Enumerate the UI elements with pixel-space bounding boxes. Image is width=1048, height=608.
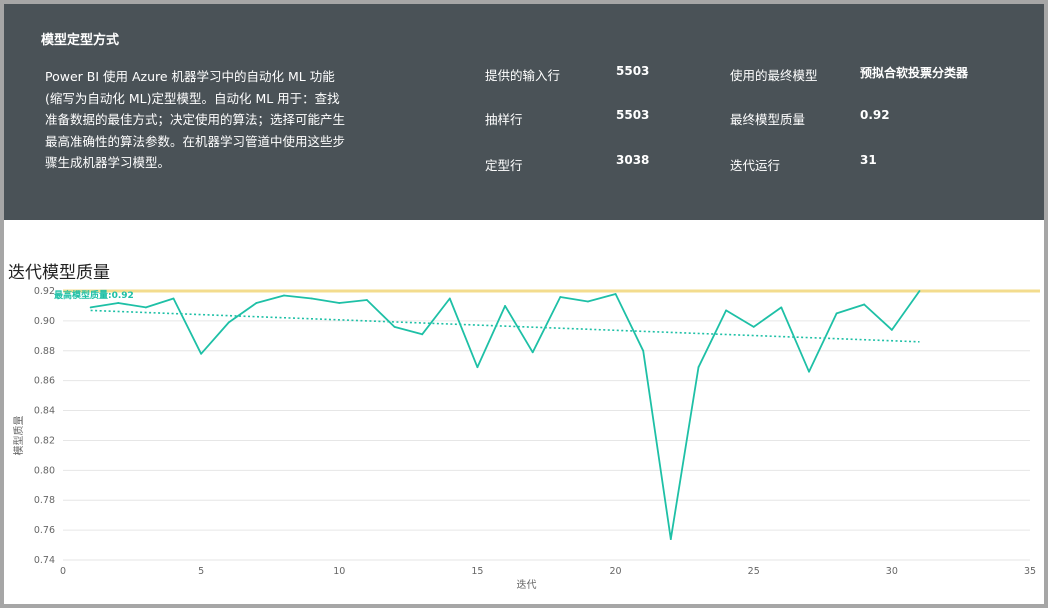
series-points bbox=[89, 290, 921, 540]
stat-value-input-rows: 5503 bbox=[616, 64, 650, 78]
data-point bbox=[559, 296, 562, 298]
x-tick-label: 10 bbox=[333, 566, 345, 577]
stat-label-training-rows: 定型行 bbox=[485, 158, 523, 173]
y-tick-label: 0.90 bbox=[34, 316, 55, 327]
data-point bbox=[587, 300, 589, 303]
data-point bbox=[200, 352, 203, 355]
stat-value-final-quality: 0.92 bbox=[860, 108, 890, 122]
x-tick-label: 20 bbox=[610, 566, 622, 577]
stat-label-final-quality: 最终模型质量 bbox=[730, 112, 806, 127]
stat-label-final-model: 使用的最终模型 bbox=[730, 68, 818, 83]
header-title: 模型定型方式 bbox=[41, 33, 120, 48]
x-tick-label: 0 bbox=[60, 566, 66, 577]
data-point bbox=[448, 297, 451, 300]
data-point bbox=[283, 294, 285, 297]
data-point bbox=[918, 290, 921, 292]
data-point bbox=[725, 309, 727, 312]
training-summary-header: 模型定型方式 Power BI 使用 Azure 机器学习中的自动化 ML 功能… bbox=[4, 4, 1044, 220]
y-tick-label: 0.76 bbox=[34, 525, 55, 536]
stat-label-iterations: 迭代运行 bbox=[730, 158, 781, 173]
data-point bbox=[227, 321, 230, 324]
data-point bbox=[117, 302, 120, 304]
stat-label-input-rows: 提供的输入行 bbox=[485, 68, 561, 83]
stat-label-sampled-rows: 抽样行 bbox=[485, 112, 523, 127]
y-axis-ticks: 0.74 0.76 0.78 0.80 0.82 0.84 0.86 0.88 0.90 0.92 bbox=[34, 286, 55, 566]
y-tick-label: 0.84 bbox=[34, 406, 55, 417]
x-tick-label: 30 bbox=[886, 566, 898, 577]
data-point bbox=[835, 312, 838, 315]
iteration-quality-chart: 0.74 0.76 0.78 0.80 0.82 0.84 0.86 0.88 0.90 0.92… bbox=[12, 286, 1040, 591]
data-point bbox=[642, 349, 645, 352]
stat-value-iterations: 31 bbox=[860, 153, 877, 167]
data-point bbox=[366, 299, 368, 301]
data-point bbox=[669, 538, 672, 540]
y-tick-label: 0.78 bbox=[34, 495, 55, 506]
header-description: Power BI 使用 Azure 机器学习中的自动化 ML 功能(缩写为自动化… bbox=[45, 69, 346, 170]
y-tick-label: 0.88 bbox=[34, 346, 55, 357]
x-tick-label: 5 bbox=[198, 566, 204, 577]
data-point bbox=[144, 306, 147, 309]
x-tick-label: 25 bbox=[748, 566, 760, 577]
data-point bbox=[863, 303, 866, 306]
data-point bbox=[393, 325, 396, 328]
data-point bbox=[780, 306, 783, 309]
y-tick-label: 0.82 bbox=[34, 435, 55, 446]
data-point bbox=[310, 297, 313, 300]
data-point bbox=[476, 366, 479, 369]
stat-value-training-rows: 3038 bbox=[616, 153, 650, 167]
x-tick-label: 15 bbox=[471, 566, 483, 577]
data-point bbox=[752, 325, 755, 328]
stat-value-final-model: 预拟合软投票分类器 bbox=[860, 66, 969, 80]
y-tick-label: 0.80 bbox=[34, 465, 55, 476]
x-axis-title: 迭代 bbox=[517, 579, 537, 591]
best-quality-label: 最高模型质量:0.92 bbox=[54, 289, 134, 301]
data-point bbox=[614, 293, 617, 295]
data-point bbox=[338, 302, 341, 304]
data-point bbox=[89, 306, 92, 309]
series-line bbox=[90, 290, 921, 540]
data-point bbox=[255, 302, 258, 304]
y-tick-label: 0.86 bbox=[34, 376, 55, 387]
data-point bbox=[697, 366, 700, 369]
y-axis-title: 模型质量 bbox=[12, 416, 25, 456]
x-tick-label: 35 bbox=[1024, 566, 1036, 577]
data-point bbox=[531, 351, 534, 354]
data-point bbox=[808, 370, 810, 373]
y-tick-label: 0.74 bbox=[34, 555, 55, 566]
data-point bbox=[890, 328, 893, 331]
stat-value-sampled-rows: 5503 bbox=[616, 108, 650, 122]
x-axis-ticks: 0 5 10 15 20 25 30 35 bbox=[60, 566, 1036, 577]
chart-gridlines bbox=[63, 290, 1030, 561]
data-point bbox=[172, 297, 175, 300]
data-point bbox=[504, 305, 506, 307]
y-tick-label: 0.92 bbox=[34, 286, 55, 297]
data-point bbox=[421, 333, 424, 336]
